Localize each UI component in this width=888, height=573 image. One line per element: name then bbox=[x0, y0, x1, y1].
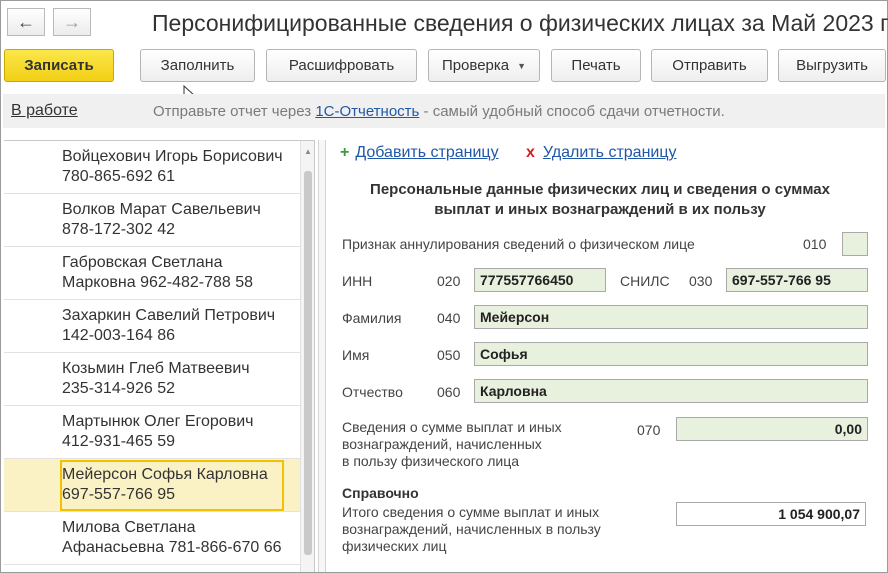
payments-label-line3: в пользу физического лица bbox=[342, 453, 519, 469]
list-item-snils: 780-865-692 61 bbox=[62, 168, 175, 185]
list-scrollbar[interactable]: ▲ bbox=[300, 141, 314, 572]
scrollbar-thumb[interactable] bbox=[304, 171, 312, 555]
list-item-snils: Марковна 962-482-788 58 bbox=[62, 274, 254, 291]
person-form: + Добавить страницу x Удалить страницу Пер… bbox=[328, 140, 886, 572]
total-field: 1 054 900,07 bbox=[676, 502, 866, 526]
annul-checkbox[interactable] bbox=[842, 232, 868, 256]
payments-label: Сведения о сумме выплат и иных вознаграж… bbox=[342, 419, 562, 470]
total-label-line3: физических лиц bbox=[342, 538, 447, 554]
total-label-line1: Итого сведения о сумме выплат и иных bbox=[342, 504, 600, 520]
list-item[interactable]: Милова Светлана Афанасьевна 781-866-670 6… bbox=[4, 512, 300, 565]
snils-label: СНИЛС bbox=[620, 273, 670, 289]
inn-label: ИНН bbox=[342, 273, 373, 289]
list-item-name: Габровская Светлана bbox=[62, 254, 223, 271]
annul-code: 010 bbox=[803, 236, 827, 252]
list-item-name: Мартынюк Олег Егорович bbox=[62, 413, 254, 430]
section-title: Персональные данные физических лиц и све… bbox=[340, 180, 860, 220]
list-item-name: Войцехович Игорь Борисович bbox=[62, 148, 283, 165]
export-button[interactable]: Выгрузить bbox=[778, 49, 886, 82]
payments-field[interactable]: 0,00 bbox=[676, 417, 868, 441]
list-item[interactable]: Козьмин Глеб Матвеевич 235-314-926 52 bbox=[4, 353, 300, 406]
list-item-name: Козьмин Глеб Матвеевич bbox=[62, 360, 250, 377]
section-title-line1: Персональные данные физических лиц и све… bbox=[370, 181, 830, 198]
decode-button[interactable]: Расшифровать bbox=[266, 49, 417, 82]
send-button[interactable]: Отправить bbox=[651, 49, 768, 82]
fill-button[interactable]: Заполнить bbox=[140, 49, 255, 82]
list-item-snils: 697-557-766 95 bbox=[62, 486, 175, 503]
check-button-label: Проверка bbox=[441, 57, 510, 74]
patronymic-label: Отчество bbox=[342, 384, 403, 400]
name-code: 050 bbox=[437, 347, 461, 363]
inn-field[interactable]: 777557766450 bbox=[474, 268, 606, 292]
scroll-up-icon[interactable]: ▲ bbox=[304, 147, 312, 156]
reference-title: Справочно bbox=[342, 485, 419, 501]
list-item[interactable]: Захаркин Савелий Петрович 142-003-164 86 bbox=[4, 300, 300, 353]
total-label: Итого сведения о сумме выплат и иных воз… bbox=[342, 504, 601, 555]
surname-field[interactable]: Мейерсон bbox=[474, 305, 868, 329]
hint-prefix: Отправьте отчет через bbox=[153, 103, 316, 120]
list-item-name: Захаркин Савелий Петрович bbox=[62, 307, 276, 324]
list-item-snils: 142-003-164 86 bbox=[62, 327, 175, 344]
delete-page-link[interactable]: x Удалить страницу bbox=[526, 144, 677, 162]
print-button[interactable]: Печать bbox=[551, 49, 641, 82]
list-item-name: Мейерсон Софья Карловна bbox=[62, 466, 268, 483]
payments-label-line1: Сведения о сумме выплат и иных bbox=[342, 419, 562, 435]
patronymic-code: 060 bbox=[437, 384, 461, 400]
name-label: Имя bbox=[342, 347, 370, 363]
plus-icon: + bbox=[340, 144, 350, 161]
delete-x-icon: x bbox=[526, 144, 535, 161]
section-title-line2: выплат и иных вознаграждений в их пользу bbox=[434, 201, 766, 218]
inn-code: 020 bbox=[437, 273, 461, 289]
list-item[interactable]: Габровская Светлана Марковна 962-482-788 … bbox=[4, 247, 300, 300]
name-field[interactable]: Софья bbox=[474, 342, 868, 366]
forward-button[interactable]: → bbox=[53, 8, 91, 36]
status-link[interactable]: В работе bbox=[11, 102, 78, 120]
check-dropdown-button[interactable]: Проверка ▼ bbox=[428, 49, 540, 82]
list-item-snils: Афанасьевна 781-866-670 66 bbox=[62, 539, 282, 556]
arrow-left-icon: ← bbox=[17, 11, 35, 32]
add-page-label: Добавить страницу bbox=[355, 144, 499, 161]
list-item-snils: 878-172-302 42 bbox=[62, 221, 175, 238]
delete-page-label: Удалить страницу bbox=[542, 144, 677, 161]
write-button[interactable]: Записать bbox=[4, 49, 114, 82]
panel-splitter[interactable] bbox=[318, 140, 326, 572]
annul-label: Признак аннулирования сведений о физичес… bbox=[342, 236, 695, 252]
reporting-link[interactable]: 1С-Отчетность bbox=[315, 103, 419, 120]
snils-code: 030 bbox=[689, 273, 713, 289]
patronymic-field[interactable]: Карловна bbox=[474, 379, 868, 403]
snils-field[interactable]: 697-557-766 95 bbox=[726, 268, 868, 292]
list-item-selected[interactable]: Мейерсон Софья Карловна 697-557-766 95 bbox=[4, 459, 300, 512]
employee-list-items: Войцехович Игорь Борисович 780-865-692 61… bbox=[4, 141, 300, 565]
list-item[interactable]: Волков Марат Савельевич 878-172-302 42 bbox=[4, 194, 300, 247]
caret-down-icon: ▼ bbox=[517, 60, 527, 71]
list-item[interactable]: Мартынюк Олег Егорович 412-931-465 59 bbox=[4, 406, 300, 459]
payments-label-line2: вознаграждений, начисленных bbox=[342, 436, 542, 452]
total-label-line2: вознаграждений, начисленных в пользу bbox=[342, 521, 601, 537]
payments-code: 070 bbox=[637, 422, 661, 438]
back-button[interactable]: ← bbox=[7, 8, 45, 36]
page-title: Персонифицированные сведения о физически… bbox=[152, 10, 888, 36]
hint-text: Отправьте отчет через 1С-Отчетность - са… bbox=[153, 103, 725, 120]
list-item[interactable]: Войцехович Игорь Борисович 780-865-692 61 bbox=[4, 141, 300, 194]
employee-list: Войцехович Игорь Борисович 780-865-692 61… bbox=[4, 140, 315, 572]
surname-label: Фамилия bbox=[342, 310, 402, 326]
surname-code: 040 bbox=[437, 310, 461, 326]
hint-suffix: - самый удобный способ сдачи отчетности. bbox=[419, 103, 725, 120]
list-item-snils: 412-931-465 59 bbox=[62, 433, 175, 450]
add-page-link[interactable]: + Добавить страницу bbox=[340, 144, 499, 162]
list-item-name: Милова Светлана bbox=[62, 519, 196, 536]
list-item-snils: 235-314-926 52 bbox=[62, 380, 175, 397]
list-item-name: Волков Марат Савельевич bbox=[62, 201, 261, 218]
arrow-right-icon: → bbox=[63, 11, 81, 32]
